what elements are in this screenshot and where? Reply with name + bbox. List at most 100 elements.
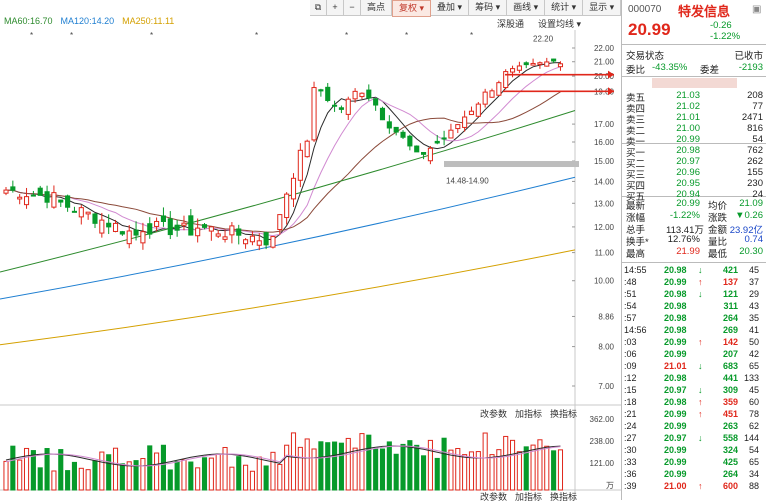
- toolbar-item[interactable]: −: [344, 0, 361, 15]
- indicator-button[interactable]: 加指标: [515, 490, 542, 503]
- toolbar-item[interactable]: +: [327, 0, 344, 15]
- volume-bar: [270, 451, 276, 491]
- volume-bar: [448, 449, 454, 491]
- candle-body: [133, 229, 139, 236]
- price-axis-label: 11.00: [595, 249, 615, 258]
- volume-bar: [106, 454, 112, 491]
- candle-body: [126, 230, 132, 245]
- tick-row: :27 20.97 ↓ 558 144: [624, 433, 759, 443]
- candle-body: [468, 110, 475, 116]
- candle-body: [332, 104, 338, 107]
- ma-line: [5, 66, 561, 237]
- volume-bar: [188, 461, 194, 491]
- candle-body: [160, 215, 166, 222]
- toolbar-item[interactable]: 复权 ▾: [392, 0, 432, 17]
- stat-row: 涨幅 -1.22% 涨跌 ▼0.26: [626, 210, 763, 224]
- volume-bar: [119, 463, 125, 491]
- volume-bar: [195, 467, 201, 491]
- order-ratio-row: 委比 -43.35% 委差 -2193: [626, 62, 763, 76]
- candle-body: [496, 82, 502, 96]
- candle-body: [140, 231, 146, 244]
- volume-bar: [17, 459, 23, 491]
- tick-row: :33 20.99 425 65: [624, 457, 759, 467]
- volume-bar: [167, 469, 173, 491]
- tick-row: :30 20.99 324 54: [624, 445, 759, 455]
- volume-axis-label: 238.00: [590, 437, 615, 446]
- indicator-button[interactable]: 换指标: [550, 407, 577, 420]
- indicator-button[interactable]: 改参数: [480, 407, 507, 420]
- volume-bar: [10, 445, 16, 491]
- volume-bar: [112, 447, 119, 491]
- price-axis-label: 7.00: [598, 382, 614, 391]
- tick-row: :51 20.98 ↓ 121 29: [624, 289, 759, 299]
- volume-bar: [297, 446, 303, 491]
- event-marker-icon[interactable]: *: [470, 31, 473, 40]
- candle-body: [366, 89, 372, 99]
- volume-bar: [441, 437, 447, 491]
- volume-bar: [249, 470, 255, 491]
- toolbar-item[interactable]: 显示 ▾: [583, 0, 622, 15]
- volume-bar: [277, 463, 283, 491]
- volume-bar: [174, 460, 180, 491]
- indicator-button[interactable]: 改参数: [480, 490, 507, 503]
- price-axis-label: 8.00: [598, 343, 614, 352]
- indicator-button[interactable]: 换指标: [550, 490, 577, 503]
- tick-row: 14:56 20.98 269 41: [624, 325, 759, 335]
- price-change-pct: -1.22%: [710, 31, 741, 42]
- candle-body: [386, 121, 392, 129]
- event-marker-icon[interactable]: *: [255, 31, 258, 40]
- toolbar-item[interactable]: ⧉: [310, 0, 327, 15]
- volume-bar: [99, 451, 105, 491]
- candle-body: [530, 62, 536, 66]
- volume-bar: [373, 448, 379, 491]
- event-marker-icon[interactable]: *: [150, 31, 153, 40]
- volume-bar: [243, 464, 249, 491]
- tick-row: :06 20.99 207 42: [624, 349, 759, 359]
- volume-bar: [414, 444, 420, 491]
- event-marker-icon[interactable]: *: [345, 31, 348, 40]
- candle-body: [523, 62, 529, 66]
- tick-row: :57 20.98 264 35: [624, 313, 759, 323]
- price-axis-label: 21.00: [594, 58, 615, 67]
- candle-body: [290, 177, 297, 200]
- toolbar-item[interactable]: 高点: [361, 0, 393, 15]
- last-price: 20.99: [628, 20, 671, 39]
- candle-body: [455, 124, 461, 130]
- candle-body: [10, 186, 16, 191]
- indicator-toolbar: 改参数 加指标 换指标: [480, 490, 577, 503]
- volume-bar: [496, 449, 502, 491]
- volume-bar: [65, 470, 71, 491]
- candle-body: [78, 207, 84, 218]
- toolbar-item[interactable]: 筹码 ▾: [469, 0, 508, 15]
- candle-body: [208, 226, 214, 232]
- volume-bar: [92, 460, 98, 491]
- price-axis-label: 10.00: [594, 277, 615, 286]
- volume-bar: [154, 452, 160, 491]
- volume-bar: [366, 434, 372, 491]
- toolbar-item[interactable]: 画线 ▾: [507, 0, 546, 15]
- ma-setting-button[interactable]: 设置均线 ▾: [538, 17, 581, 30]
- candle-body: [304, 140, 310, 158]
- event-marker-icon[interactable]: *: [30, 31, 33, 40]
- candle-body: [373, 98, 379, 106]
- tick-row: :03 20.99 ↑ 142 50: [624, 337, 759, 347]
- candle-body: [284, 193, 290, 219]
- indicator-button[interactable]: 加指标: [515, 407, 542, 420]
- volume-bar: [78, 467, 84, 491]
- ma-line: [0, 110, 576, 273]
- volume-bar: [421, 455, 427, 491]
- event-marker-icon[interactable]: *: [405, 31, 408, 40]
- kline-chart[interactable]: ******* 22.0021.0020.0019.0017.0016.0015…: [0, 30, 621, 500]
- toolbar-item[interactable]: 叠加 ▾: [431, 0, 470, 15]
- candle-body: [297, 149, 303, 181]
- candle-body: [243, 239, 249, 245]
- candle-body: [434, 140, 440, 144]
- candle-body: [441, 137, 447, 140]
- candle-body: [427, 147, 433, 162]
- volume-bar: [379, 448, 386, 491]
- toolbar-item[interactable]: 统计 ▾: [545, 0, 584, 15]
- candle-body: [516, 65, 522, 71]
- panel-menu-icon[interactable]: ▣: [752, 4, 761, 15]
- candle-body: [537, 62, 543, 65]
- event-marker-icon[interactable]: *: [70, 31, 73, 40]
